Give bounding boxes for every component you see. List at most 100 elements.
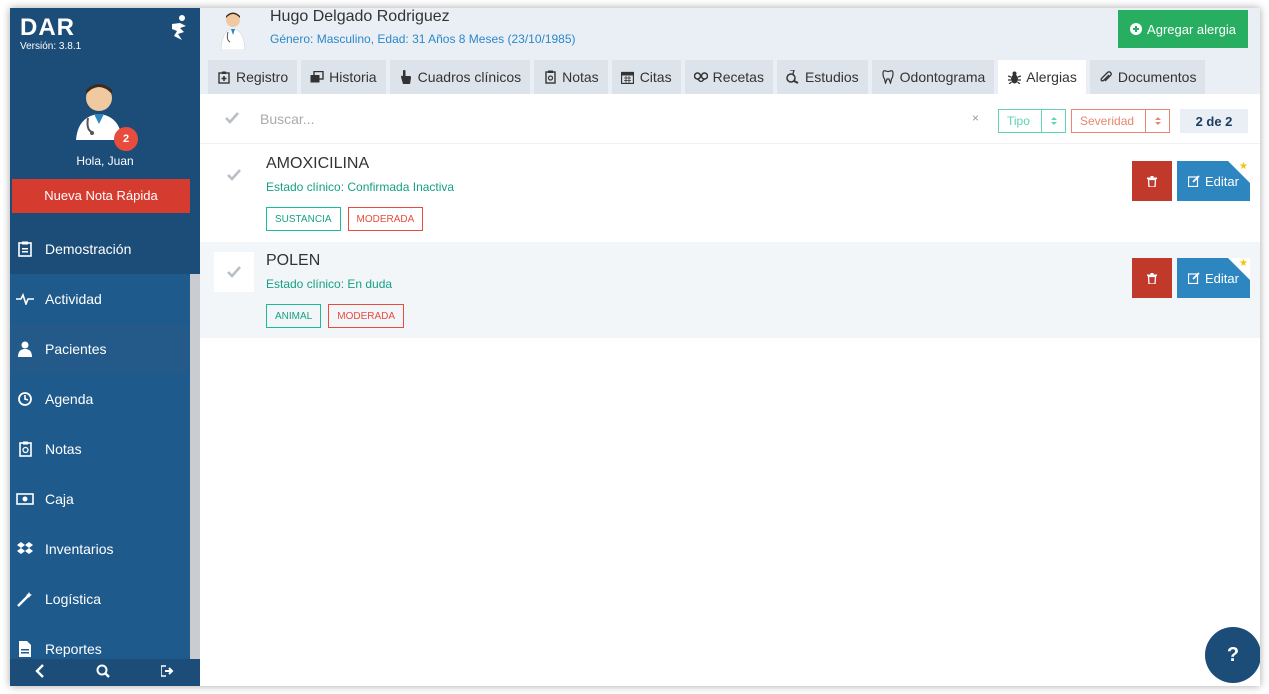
sidebar-item-label: Demostración	[45, 241, 132, 257]
tab-label: Odontograma	[899, 69, 986, 85]
pills-icon	[693, 70, 708, 84]
tooth-icon	[881, 70, 895, 84]
select-all-check-icon[interactable]	[224, 110, 240, 126]
sidebar-item-logistica[interactable]: Logística	[10, 574, 190, 624]
search-input[interactable]	[260, 107, 860, 131]
allergy-tags: SUSTANCIA MODERADA	[266, 207, 424, 231]
sort-caret-icon	[1041, 110, 1065, 132]
tab-notas[interactable]: Notas	[534, 60, 608, 94]
tab-cuadros-clinicos[interactable]: Cuadros clínicos	[389, 60, 531, 94]
tab-label: Documentos	[1117, 69, 1197, 85]
severity-tag: MODERADA	[328, 304, 405, 328]
star-icon[interactable]: ★	[1239, 162, 1248, 172]
brand-name: DAR	[20, 14, 75, 41]
sidebar-item-label: Actividad	[45, 291, 102, 307]
sidebar-item-label: Reportes	[45, 641, 102, 657]
logout-icon[interactable]	[159, 665, 175, 680]
edit-icon	[1188, 272, 1200, 284]
sidebar-item-inventarios[interactable]: Inventarios	[10, 524, 190, 574]
sidebar-item-pacientes[interactable]: Pacientes	[10, 324, 190, 374]
tab-label: Historia	[329, 69, 377, 85]
tab-historia[interactable]: Historia	[301, 60, 386, 94]
type-tag: ANIMAL	[266, 304, 322, 328]
patient-info: Género: Masculino, Edad: 31 Años 8 Meses…	[270, 32, 576, 46]
severity-tag: MODERADA	[347, 207, 424, 231]
calendar-icon	[621, 70, 635, 84]
tab-label: Alergias	[1026, 69, 1077, 85]
row-select-check[interactable]	[214, 252, 254, 292]
brand: DAR Versión: 3.8.1	[10, 8, 200, 68]
tab-documentos[interactable]: Documentos	[1089, 60, 1206, 94]
sidebar-item-label: Agenda	[45, 391, 94, 407]
delete-button[interactable]	[1132, 258, 1172, 298]
tab-label: Cuadros clínicos	[417, 69, 522, 85]
tab-label: Citas	[639, 69, 672, 85]
flask-icon	[786, 70, 800, 84]
medical-icon	[217, 70, 231, 84]
sidebar-item-caja[interactable]: Caja	[10, 474, 190, 524]
search-bar: × Tipo Severidad 2 de 2	[200, 94, 1260, 144]
sidebar-item-label: Pacientes	[45, 341, 107, 357]
type-filter-select[interactable]: Tipo	[998, 109, 1066, 133]
sidebar: DAR Versión: 3.8.1 2 Hola, Juan Nueva No…	[10, 8, 200, 686]
clipboard-icon	[16, 240, 34, 258]
edit-button[interactable]: Editar ★	[1177, 161, 1250, 201]
sidebar-item-agenda[interactable]: Agenda	[10, 374, 190, 424]
tab-label: Registro	[236, 69, 289, 85]
patient-icon	[16, 340, 34, 358]
patient-tabs: Registro Historia Cuadros clínicos Notas…	[208, 60, 1209, 94]
type-tag: SUSTANCIA	[266, 207, 341, 231]
sidebar-item-label: Notas	[45, 441, 82, 457]
add-allergy-label: Agregar alergia	[1147, 21, 1236, 37]
pulse-icon	[16, 290, 34, 308]
sort-caret-icon	[1145, 110, 1169, 132]
tab-citas[interactable]: Citas	[611, 60, 681, 94]
sidebar-item-demostracion[interactable]: Demostración	[10, 224, 190, 274]
severity-filter-select[interactable]: Severidad	[1071, 109, 1170, 133]
sidebar-scrollbar[interactable]	[190, 274, 200, 659]
edit-button[interactable]: Editar ★	[1177, 258, 1250, 298]
row-select-check[interactable]	[214, 155, 254, 195]
tab-recetas[interactable]: Recetas	[684, 60, 773, 94]
check-icon	[227, 266, 241, 278]
history-icon	[310, 70, 324, 84]
collapse-sidebar-icon[interactable]	[35, 664, 45, 681]
clear-search-icon[interactable]: ×	[972, 111, 979, 125]
tab-odontograma[interactable]: Odontograma	[871, 60, 995, 94]
allergy-row: POLEN Estado clínico: En duda ANIMAL MOD…	[200, 242, 1260, 338]
edit-icon	[1188, 175, 1200, 187]
allergy-name: AMOXICILINA	[266, 155, 370, 172]
tab-label: Estudios	[804, 69, 859, 85]
tab-registro[interactable]: Registro	[208, 60, 298, 94]
search-icon[interactable]	[96, 664, 110, 681]
clock-icon	[16, 390, 34, 408]
allergy-status: Estado clínico: En duda	[266, 277, 393, 291]
delete-button[interactable]	[1132, 161, 1172, 201]
type-filter-label: Tipo	[1007, 114, 1030, 128]
money-icon	[16, 490, 34, 508]
trash-icon	[1147, 272, 1157, 284]
tab-estudios[interactable]: Estudios	[776, 60, 868, 94]
sidebar-item-label: Caja	[45, 491, 74, 507]
hand-icon	[399, 70, 413, 84]
tab-alergias[interactable]: Alergias	[998, 60, 1086, 94]
help-button[interactable]: ?	[1205, 627, 1260, 683]
allergy-name: POLEN	[266, 252, 321, 269]
star-icon[interactable]: ★	[1239, 259, 1248, 269]
sidebar-item-actividad[interactable]: Actividad	[10, 274, 190, 324]
add-allergy-button[interactable]: Agregar alergia	[1118, 10, 1248, 48]
result-count: 2 de 2	[1180, 109, 1248, 133]
allergy-tags: ANIMAL MODERADA	[266, 304, 405, 328]
patient-avatar	[220, 12, 246, 50]
notes-icon	[16, 440, 34, 458]
dropbox-icon	[16, 540, 34, 558]
greeting: Hola, Juan	[76, 154, 134, 168]
sidebar-item-notas[interactable]: Notas	[10, 424, 190, 474]
plus-circle-icon	[1130, 23, 1143, 35]
check-icon	[227, 169, 241, 181]
sidebar-item-label: Inventarios	[45, 541, 114, 557]
notification-badge[interactable]: 2	[114, 127, 138, 151]
quick-note-button[interactable]: Nueva Nota Rápida	[12, 179, 190, 213]
tab-label: Notas	[562, 69, 599, 85]
sidebar-footer	[10, 659, 200, 686]
